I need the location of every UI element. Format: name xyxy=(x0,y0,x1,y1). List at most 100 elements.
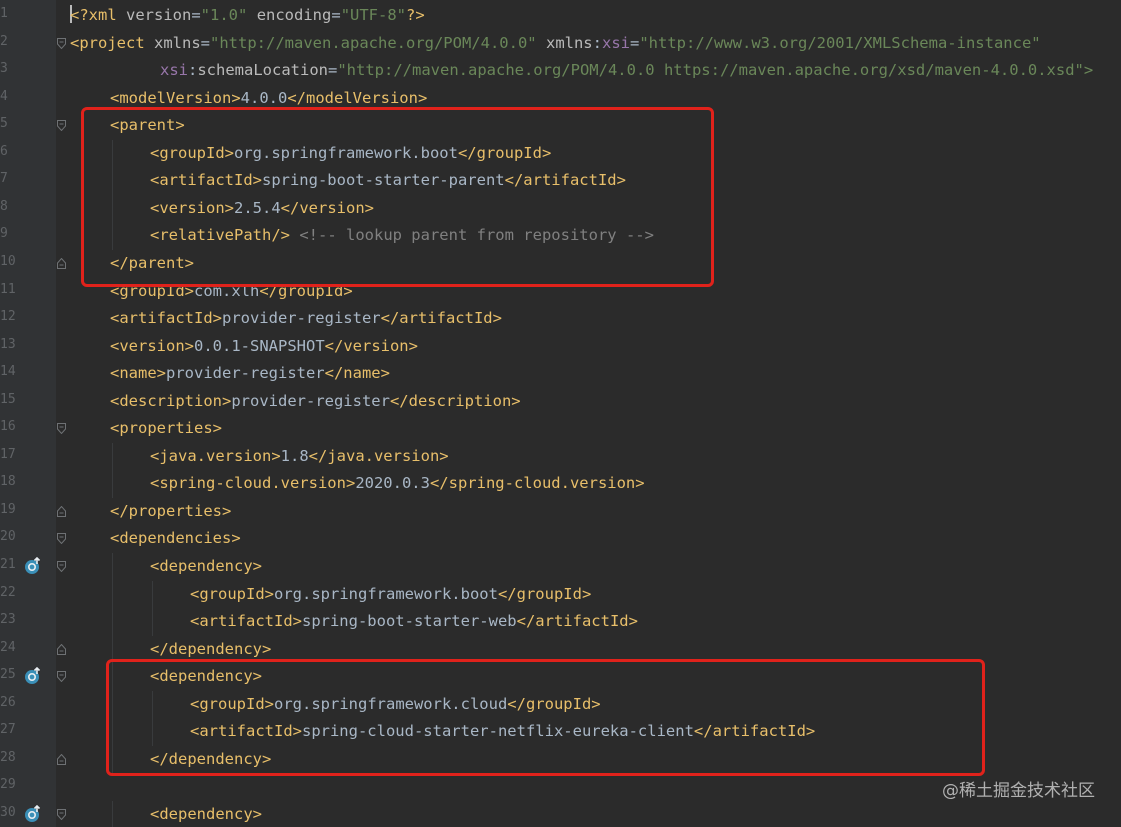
code-line[interactable]: 13 <version>0.0.1-SNAPSHOT</version> xyxy=(0,333,1121,361)
code-token: spring-boot-starter-web xyxy=(301,612,517,631)
code-line[interactable]: 17 <java.version>1.8</java.version> xyxy=(0,442,1121,471)
code-token: <modelVersion> xyxy=(110,88,241,107)
indent-guide xyxy=(152,580,153,609)
code-token: </artifactId> xyxy=(380,309,502,328)
code-text[interactable]: </dependency> xyxy=(150,639,271,659)
code-text[interactable]: <dependencies> xyxy=(110,528,241,548)
code-token: <?xml xyxy=(70,6,126,24)
code-token: schemaLocation xyxy=(197,61,328,80)
code-text[interactable]: <properties> xyxy=(110,418,222,438)
code-token: = xyxy=(328,61,338,80)
line-number: 5 xyxy=(0,116,8,132)
line-number: 13 xyxy=(0,336,16,352)
code-token: <dependencies> xyxy=(110,529,241,548)
fold-collapse-icon[interactable] xyxy=(57,37,66,49)
code-text[interactable]: <java.version>1.8</java.version> xyxy=(150,446,449,466)
maven-dependency-icon[interactable] xyxy=(24,804,42,823)
code-line[interactable]: 21 <dependency> xyxy=(0,553,1121,581)
code-token: <artifactId> xyxy=(110,309,222,328)
line-number: 29 xyxy=(0,777,16,793)
code-token: = xyxy=(331,6,341,24)
code-editor[interactable]: 1 <?xml version="1.0" encoding="UTF-8"?> 2… xyxy=(0,0,1121,827)
fold-collapse-icon[interactable] xyxy=(57,671,66,683)
line-number: 12 xyxy=(0,309,16,325)
code-text[interactable]: <artifactId>spring-boot-starter-web</art… xyxy=(190,611,638,631)
code-text[interactable]: <groupId>org.springframework.boot</group… xyxy=(190,584,591,604)
indent-guide xyxy=(112,553,113,581)
code-line[interactable]: 15 <description>provider-register</descri… xyxy=(0,388,1121,416)
code-line[interactable]: 16 <properties> xyxy=(0,415,1121,443)
code-text[interactable]: <version>0.0.1-SNAPSHOT</version> xyxy=(110,336,418,356)
code-line[interactable]: 30 <dependency> xyxy=(0,800,1121,827)
code-token: </modelVersion> xyxy=(287,88,428,107)
code-line[interactable]: 14 <name>provider-register</name> xyxy=(0,360,1121,388)
line-number: 20 xyxy=(0,529,16,545)
code-line[interactable]: 19 </properties> xyxy=(0,498,1121,526)
line-number: 26 xyxy=(0,694,16,710)
code-token: 0.0.1-SNAPSHOT xyxy=(194,336,325,355)
line-number: 2 xyxy=(0,33,8,49)
code-text[interactable]: <dependency> xyxy=(150,804,262,824)
maven-dependency-icon[interactable] xyxy=(24,557,42,575)
code-text[interactable]: <spring-cloud.version>2020.0.3</spring-c… xyxy=(150,473,645,493)
fold-end-icon[interactable] xyxy=(57,257,66,269)
code-token: <java.version> xyxy=(150,446,281,465)
fold-end-icon[interactable] xyxy=(57,505,66,517)
code-text[interactable]: <modelVersion>4.0.0</modelVersion> xyxy=(110,88,427,108)
code-line[interactable]: 18 <spring-cloud.version>2020.0.3</spring… xyxy=(0,470,1121,498)
code-token: 2020.0.3 xyxy=(355,474,430,493)
code-line[interactable]: 2 <project xmlns="http://maven.apache.org… xyxy=(0,30,1121,58)
code-text[interactable]: <artifactId>provider-register</artifactI… xyxy=(110,308,502,328)
code-text[interactable]: <dependency> xyxy=(150,556,262,576)
code-line[interactable]: 1 <?xml version="1.0" encoding="UTF-8"?> xyxy=(0,2,1121,30)
fold-end-icon[interactable] xyxy=(57,643,66,655)
code-token: = xyxy=(200,33,211,52)
maven-dependency-icon[interactable] xyxy=(24,667,42,685)
code-token: </dependency> xyxy=(150,639,272,658)
code-text[interactable]: <description>provider-register</descript… xyxy=(110,391,521,411)
fold-collapse-icon[interactable] xyxy=(57,423,66,435)
line-number: 10 xyxy=(0,253,16,269)
line-number: 30 xyxy=(0,804,16,820)
line-number: 17 xyxy=(0,446,16,462)
fold-collapse-icon[interactable] xyxy=(57,120,66,132)
line-number: 27 xyxy=(0,722,16,738)
line-number: 9 xyxy=(0,226,8,242)
indent-guide xyxy=(112,442,113,471)
code-token: </spring-cloud.version> xyxy=(429,474,645,493)
fold-collapse-icon[interactable] xyxy=(57,808,66,820)
code-line[interactable]: 23 <artifactId>spring-boot-starter-web</a… xyxy=(0,608,1121,636)
code-token: provider-register xyxy=(221,309,381,328)
code-token: </groupId> xyxy=(497,584,592,603)
code-token: xmlns xyxy=(545,33,593,52)
indent-guide xyxy=(152,608,153,636)
code-token: org.springframework.boot xyxy=(274,584,498,603)
code-line[interactable]: 3 xsi:schemaLocation="http://maven.apache… xyxy=(0,57,1121,85)
code-text[interactable]: <name>provider-register</name> xyxy=(110,363,390,383)
line-number: 3 xyxy=(0,61,8,77)
line-number: 6 xyxy=(0,143,8,159)
code-text[interactable]: <?xml version="1.0" encoding="UTF-8"?> xyxy=(70,5,425,25)
line-number: 21 xyxy=(0,557,16,572)
indent-guide xyxy=(112,470,113,498)
fold-end-icon[interactable] xyxy=(57,753,66,765)
watermark: @稀土掘金技术社区 xyxy=(942,781,1095,801)
indent-guide xyxy=(112,800,113,827)
parent-highlight-box xyxy=(81,107,714,287)
fold-collapse-icon[interactable] xyxy=(57,533,66,545)
code-line[interactable]: 22 <groupId>org.springframework.boot</gro… xyxy=(0,580,1121,609)
code-token: <artifactId> xyxy=(190,612,302,631)
code-token: ?> xyxy=(406,6,425,24)
code-text[interactable]: </properties> xyxy=(110,501,231,521)
code-line[interactable]: 12 <artifactId>provider-register</artifac… xyxy=(0,305,1121,333)
eureka-dependency-highlight-box xyxy=(106,659,985,776)
code-text[interactable]: xsi:schemaLocation="http://maven.apache.… xyxy=(160,60,1093,80)
code-token: xmlns xyxy=(154,33,201,52)
code-line[interactable]: 20 <dependencies> xyxy=(0,525,1121,553)
indent-guide xyxy=(112,608,113,636)
code-token: <spring-cloud.version> xyxy=(150,474,356,493)
fold-collapse-icon[interactable] xyxy=(57,561,66,572)
line-number: 18 xyxy=(0,474,16,490)
code-text[interactable]: <project xmlns="http://maven.apache.org/… xyxy=(70,33,1041,53)
